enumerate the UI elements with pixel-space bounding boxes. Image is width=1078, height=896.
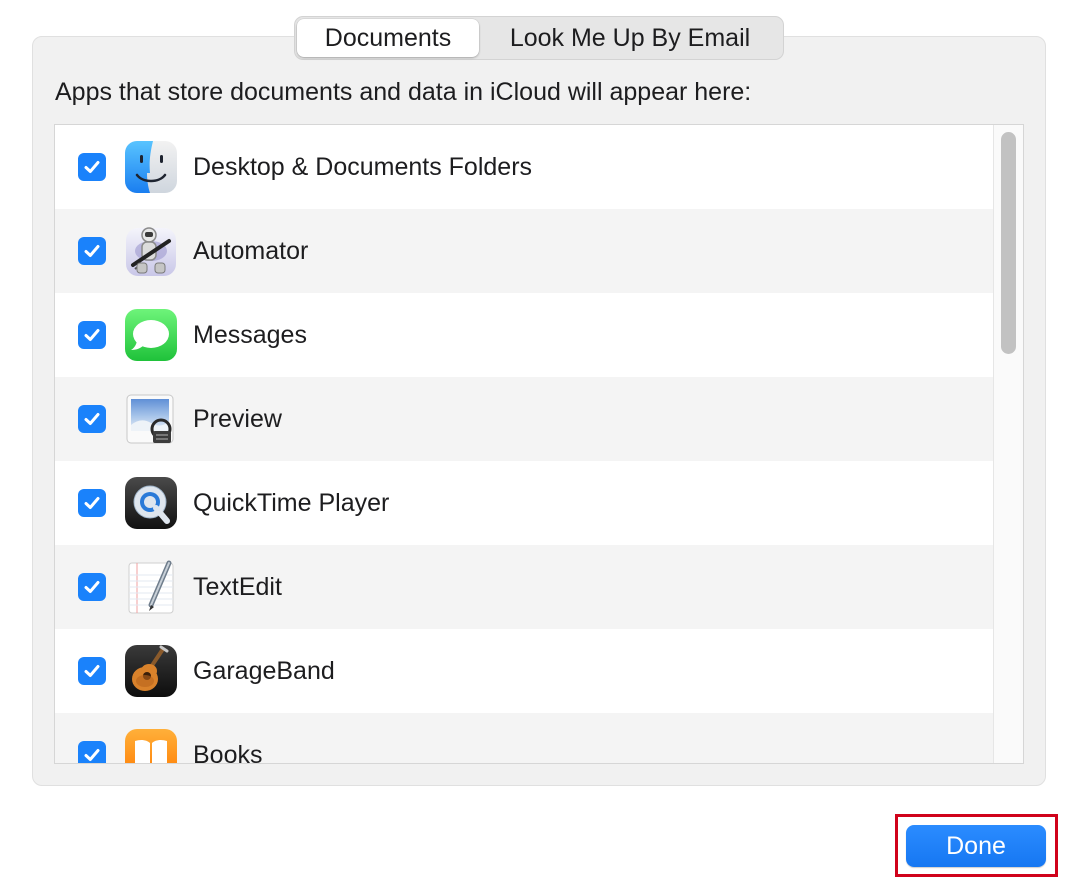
finder-icon [123, 139, 179, 195]
tab-documents[interactable]: Documents [297, 19, 479, 57]
app-name-preview: Preview [193, 404, 282, 433]
list-item-messages: Messages [55, 293, 993, 377]
app-name-quicktime: QuickTime Player [193, 488, 390, 517]
checkbox-books[interactable] [78, 741, 106, 763]
done-button[interactable]: Done [906, 825, 1046, 867]
app-name-messages: Messages [193, 320, 307, 349]
list-item-textedit: TextEdit [55, 545, 993, 629]
list-item-books: Books [55, 713, 993, 763]
apps-list-content: Desktop & Documents Folders Automator Me… [55, 125, 993, 763]
list-item-preview: Preview [55, 377, 993, 461]
checkbox-textedit[interactable] [78, 573, 106, 601]
description-text: Apps that store documents and data in iC… [55, 78, 752, 106]
list-item-quicktime: QuickTime Player [55, 461, 993, 545]
checkbox-desktop-documents[interactable] [78, 153, 106, 181]
list-item-automator: Automator [55, 209, 993, 293]
checkbox-messages[interactable] [78, 321, 106, 349]
scrollbar-thumb[interactable] [1001, 132, 1016, 354]
apps-list: Desktop & Documents Folders Automator Me… [54, 124, 1024, 764]
scrollbar[interactable] [993, 125, 1023, 763]
checkbox-quicktime[interactable] [78, 489, 106, 517]
garageband-icon [123, 643, 179, 699]
tab-look-me-up-by-email[interactable]: Look Me Up By Email [479, 19, 781, 57]
checkbox-automator[interactable] [78, 237, 106, 265]
app-name-automator: Automator [193, 236, 309, 265]
quicktime-icon [123, 475, 179, 531]
preview-icon [123, 391, 179, 447]
textedit-icon [123, 559, 179, 615]
automator-icon [123, 223, 179, 279]
tab-control: Documents Look Me Up By Email [294, 16, 784, 60]
list-item-desktop-documents: Desktop & Documents Folders [55, 125, 993, 209]
app-name-books: Books [193, 740, 263, 764]
checkbox-preview[interactable] [78, 405, 106, 433]
app-name-textedit: TextEdit [193, 572, 282, 601]
list-item-garageband: GarageBand [55, 629, 993, 713]
app-name-desktop-documents: Desktop & Documents Folders [193, 152, 533, 181]
books-icon [123, 727, 179, 763]
checkbox-garageband[interactable] [78, 657, 106, 685]
app-name-garageband: GarageBand [193, 656, 335, 685]
messages-icon [123, 307, 179, 363]
